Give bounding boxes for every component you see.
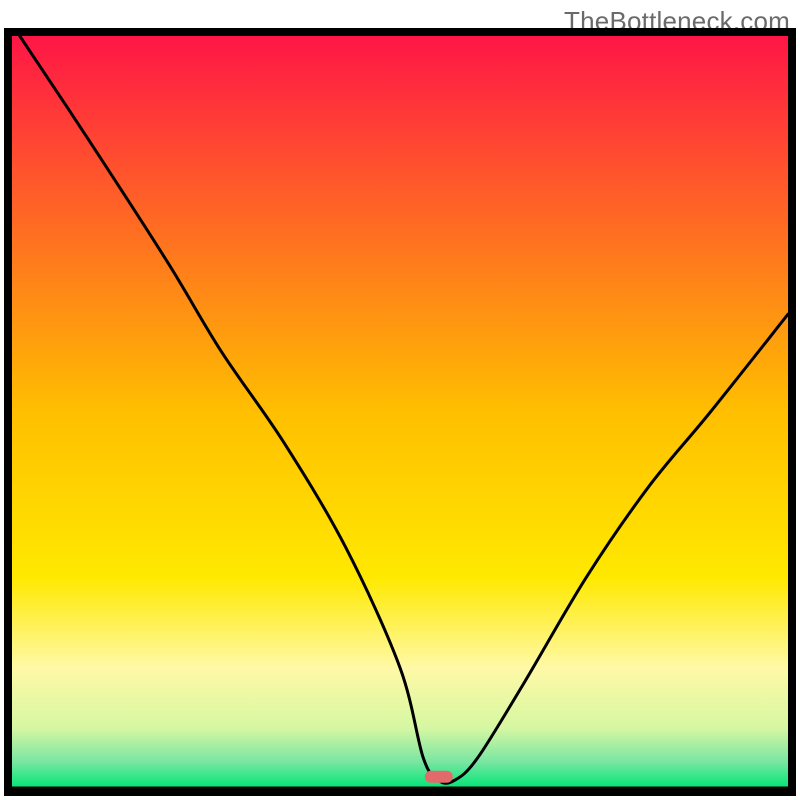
bottleneck-chart xyxy=(0,0,800,800)
chart-root: TheBottleneck.com xyxy=(0,0,800,800)
gradient-background xyxy=(12,36,788,788)
optimum-marker xyxy=(425,771,453,783)
